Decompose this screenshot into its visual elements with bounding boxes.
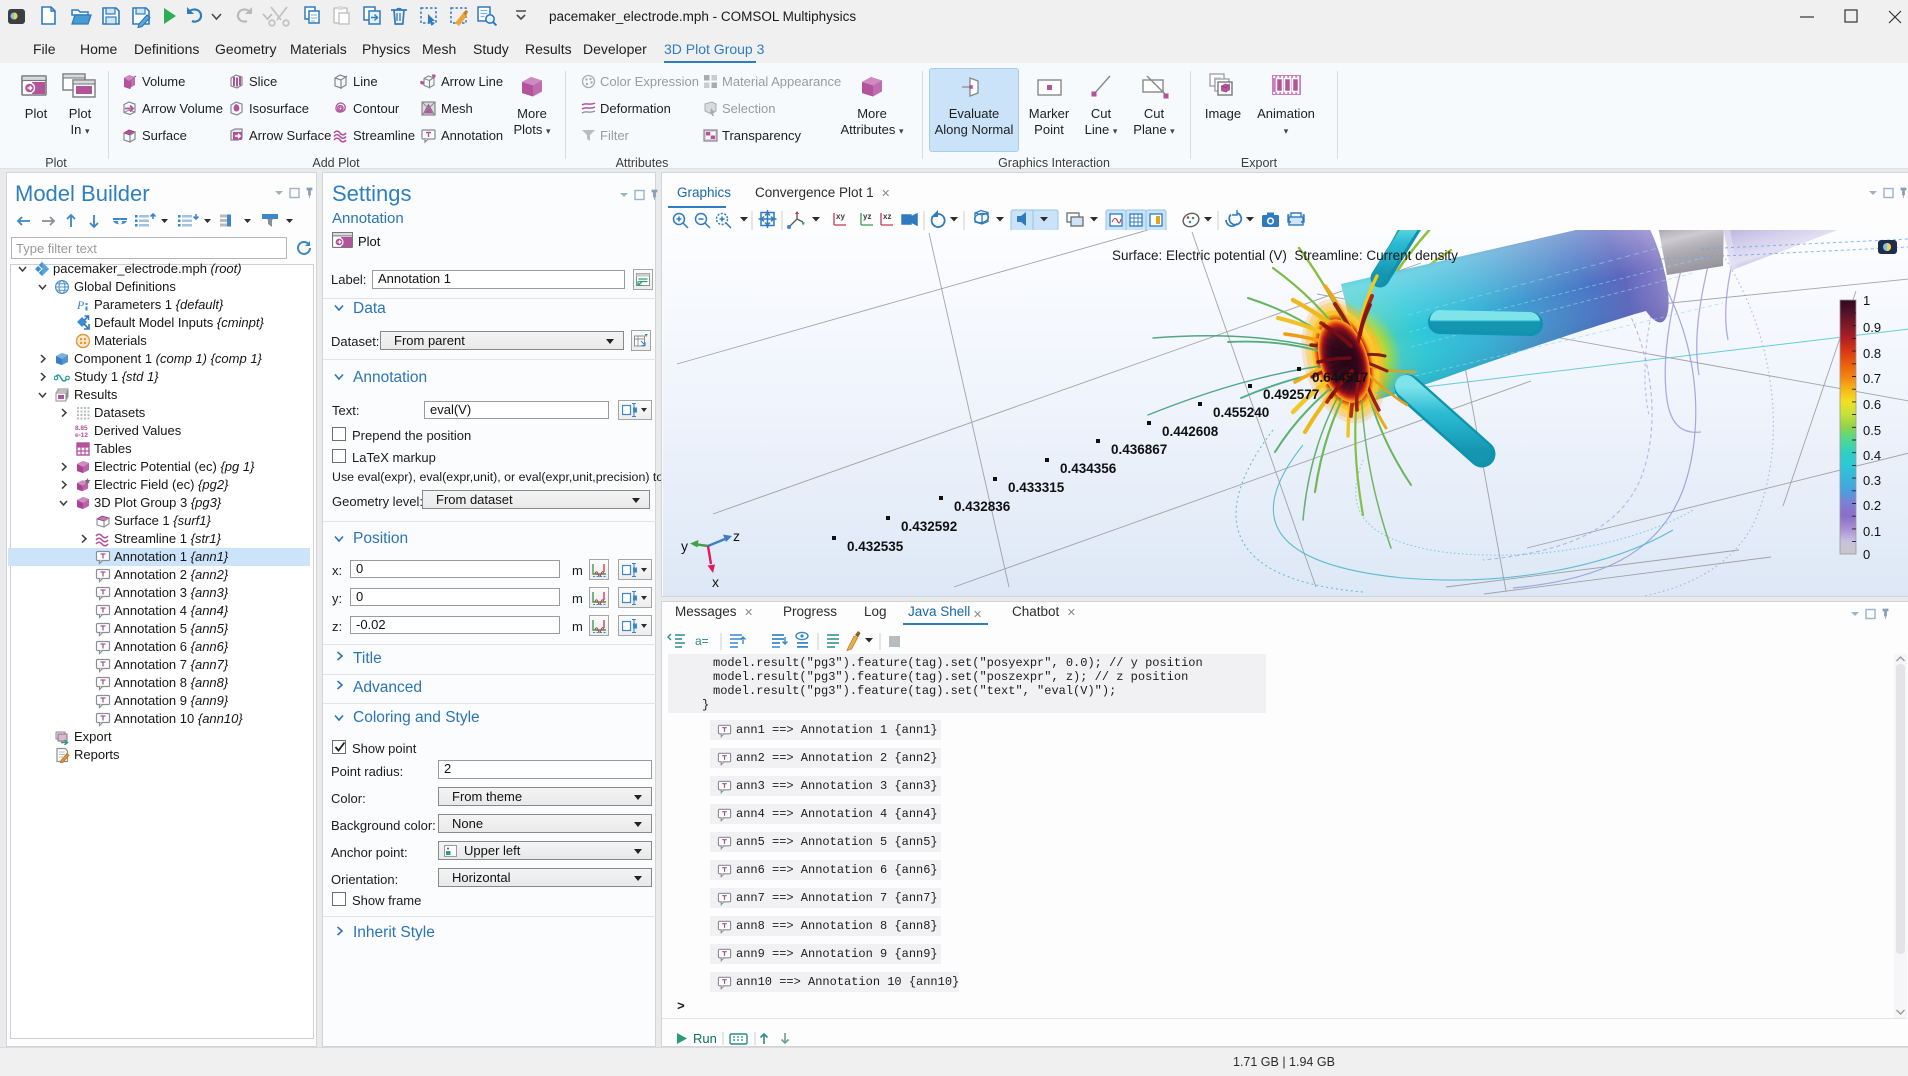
svg-text:0.8: 0.8 bbox=[1863, 346, 1881, 361]
svg-text:y: y bbox=[681, 538, 688, 554]
svg-text:Surface: Electric potential (V: Surface: Electric potential (V) Streamli… bbox=[1112, 248, 1458, 263]
svg-text:1: 1 bbox=[1863, 293, 1870, 308]
svg-text:0.432836: 0.432836 bbox=[954, 499, 1011, 514]
svg-text:0.644517: 0.644517 bbox=[1312, 370, 1368, 385]
svg-text:0.432592: 0.432592 bbox=[901, 519, 957, 534]
svg-text:0: 0 bbox=[1863, 547, 1870, 562]
svg-text:0.9: 0.9 bbox=[1863, 320, 1881, 335]
svg-text:0.492577: 0.492577 bbox=[1263, 387, 1319, 402]
svg-text:0.433315: 0.433315 bbox=[1008, 480, 1065, 495]
svg-text:yz: yz bbox=[863, 212, 871, 221]
svg-text:0.3: 0.3 bbox=[1863, 473, 1881, 488]
svg-text:0.5: 0.5 bbox=[1863, 423, 1881, 438]
svg-text:0.455240: 0.455240 bbox=[1213, 405, 1269, 420]
svg-text:xy: xy bbox=[836, 212, 845, 221]
svg-text:0.436867: 0.436867 bbox=[1111, 442, 1167, 457]
svg-text:a=: a= bbox=[695, 634, 709, 648]
svg-text:0.432535: 0.432535 bbox=[847, 539, 904, 554]
svg-text:z: z bbox=[733, 528, 740, 544]
svg-text:xz: xz bbox=[883, 212, 891, 221]
svg-text:0.2: 0.2 bbox=[1863, 498, 1881, 513]
svg-text:0.4: 0.4 bbox=[1863, 448, 1881, 463]
svg-text:0.6: 0.6 bbox=[1863, 397, 1881, 412]
svg-text:x: x bbox=[712, 574, 719, 590]
svg-text:Run: Run bbox=[693, 1031, 717, 1046]
svg-text:0.442608: 0.442608 bbox=[1162, 424, 1219, 439]
svg-text:0.7: 0.7 bbox=[1863, 371, 1881, 386]
svg-text:0.434356: 0.434356 bbox=[1060, 461, 1117, 476]
svg-text:0.1: 0.1 bbox=[1863, 524, 1881, 539]
